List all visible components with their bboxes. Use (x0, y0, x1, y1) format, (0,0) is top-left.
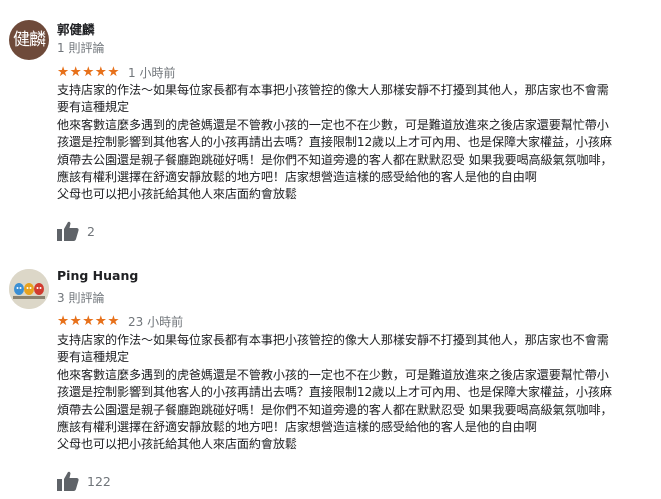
like-count: 122 (87, 473, 111, 489)
review-text-line: 父母也可以把小孩託給其他人來店面約會放鬆 (57, 437, 297, 452)
review-text-line: 支持店家的作法～如果每位家長都有本事把小孩管控的像大人那樣安靜不打擾到其他人，那… (57, 333, 609, 347)
avatar[interactable]: 健麟 (9, 20, 49, 60)
thumbs-up-icon (57, 471, 79, 491)
like-count: 2 (87, 223, 95, 239)
rating-row: ★★★★★ 1 小時前 (57, 64, 175, 80)
review-text-line: 他來客數這麼多遇到的虎爸媽還是不管教小孩的一定也不在少數，可是難道放進來之後店家… (57, 117, 609, 132)
review-text: 支持店家的作法～如果每位家長都有本事把小孩管控的像大人那樣安靜不打擾到其他人，那… (57, 82, 657, 204)
reviewer-name[interactable]: 郭健麟 (57, 19, 95, 38)
cartoon-avatar-icon (9, 269, 49, 309)
review-text-line: 要有這種規定 (57, 350, 129, 365)
thumbs-up-icon (57, 221, 79, 241)
star-rating: ★★★★★ (57, 64, 121, 80)
review-text-line: 煩帶去公園還是親子餐廳跑跳碰好嗎！是你們不知道旁邊的客人都在默默忍受 如果我要喝… (57, 402, 613, 417)
review-count[interactable]: 3 則評論 (57, 289, 104, 306)
like-button[interactable]: 122 (57, 470, 111, 492)
review-text-line: 煩帶去公園還是親子餐廳跑跳碰好嗎！是你們不知道旁邊的客人都在默默忍受 如果我要喝… (57, 152, 613, 167)
review-text-line: 孩還是控制影響到其他客人的小孩再請出去嗎？直接限制12歲以上才可內用、也是保障大… (57, 135, 612, 150)
review-time: 23 小時前 (128, 314, 184, 329)
like-button[interactable]: 2 (57, 220, 95, 242)
star-rating: ★★★★★ (57, 313, 121, 329)
review-count[interactable]: 1 則評論 (57, 39, 104, 56)
review-text-line: 他來客數這麼多遇到的虎爸媽還是不管教小孩的一定也不在少數，可是難道放進來之後店家… (57, 367, 609, 382)
review-text-line: 應該有權利選擇在舒適安靜放鬆的地方吧！店家想營造這樣的感受給他的客人是他的自由啊 (57, 170, 537, 185)
review-text: 支持店家的作法～如果每位家長都有本事把小孩管控的像大人那樣安靜不打擾到其他人，那… (57, 332, 657, 454)
reviewer-name[interactable]: Ping Huang (57, 268, 138, 283)
avatar[interactable] (9, 269, 49, 309)
review-text-line: 孩還是控制影響到其他客人的小孩再請出去嗎？直接限制12歲以上才可內用、也是保障大… (57, 385, 612, 400)
review-text-line: 支持店家的作法～如果每位家長都有本事把小孩管控的像大人那樣安靜不打擾到其他人，那… (57, 83, 609, 97)
rating-row: ★★★★★ 23 小時前 (57, 313, 183, 329)
avatar-initials: 健麟 (13, 30, 46, 50)
review-text-line: 要有這種規定 (57, 100, 129, 115)
review-text-line: 應該有權利選擇在舒適安靜放鬆的地方吧！店家想營造這樣的感受給他的客人是他的自由啊 (57, 420, 537, 435)
review-text-line: 父母也可以把小孩託給其他人來店面約會放鬆 (57, 187, 297, 202)
review-time: 1 小時前 (128, 65, 176, 80)
